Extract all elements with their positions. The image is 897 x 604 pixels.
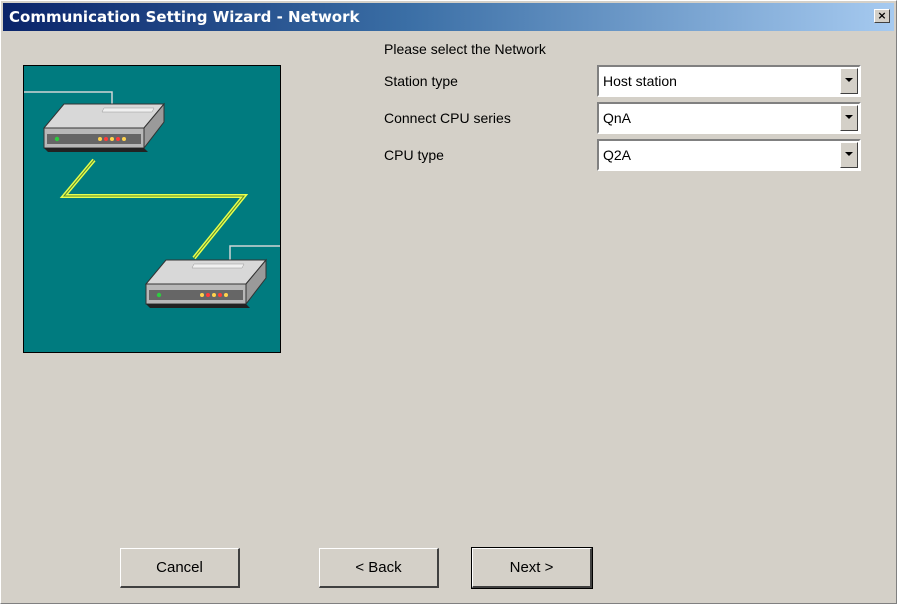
- wizard-window: Communication Setting Wizard - Network ×: [0, 0, 897, 604]
- network-prompt: Please select the Network: [384, 41, 546, 57]
- close-button[interactable]: ×: [874, 9, 890, 23]
- dropdown-arrow-icon[interactable]: [840, 105, 858, 131]
- dropdown-arrow-icon[interactable]: [840, 142, 858, 168]
- title-bar: Communication Setting Wizard - Network ×: [3, 3, 894, 31]
- station-type-label: Station type: [384, 73, 458, 89]
- link-cable: [59, 158, 249, 260]
- window-title: Communication Setting Wizard - Network: [9, 8, 360, 26]
- connect-cpu-series-value: QnA: [603, 110, 632, 126]
- cable-line-top: [24, 91, 113, 104]
- cancel-button[interactable]: Cancel: [120, 548, 240, 588]
- back-button[interactable]: < Back: [319, 548, 439, 588]
- connect-cpu-series-label: Connect CPU series: [384, 110, 511, 126]
- network-illustration: [23, 65, 281, 353]
- cable-line-right: [229, 245, 280, 260]
- station-type-select[interactable]: Host station: [597, 65, 861, 97]
- network-device-icon: [144, 258, 268, 308]
- close-icon: ×: [877, 9, 887, 22]
- cpu-type-select[interactable]: Q2A: [597, 139, 861, 171]
- cpu-type-value: Q2A: [603, 147, 632, 163]
- dropdown-arrow-icon[interactable]: [840, 68, 858, 94]
- network-device-icon: [42, 102, 166, 152]
- connect-cpu-series-select[interactable]: QnA: [597, 102, 861, 134]
- cpu-type-label: CPU type: [384, 147, 444, 163]
- next-button[interactable]: Next >: [471, 547, 593, 589]
- station-type-value: Host station: [603, 73, 677, 89]
